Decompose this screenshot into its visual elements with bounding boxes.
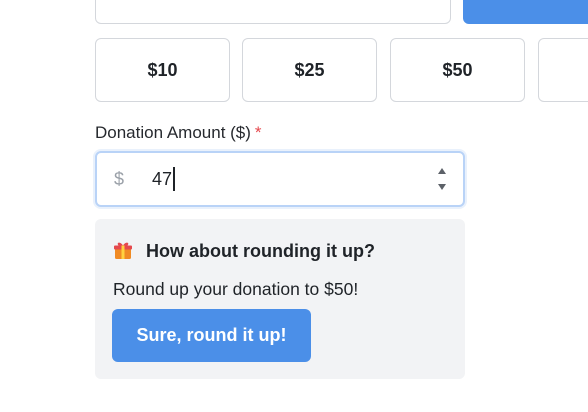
currency-prefix: $	[114, 169, 125, 189]
number-stepper[interactable]	[435, 163, 449, 195]
stepper-down-icon[interactable]	[438, 184, 446, 190]
preset-label: $50	[442, 59, 473, 80]
round-up-button[interactable]: Sure, round it up!	[112, 309, 311, 362]
preset-button-50[interactable]: $50	[390, 38, 525, 102]
roundup-title: How about rounding it up?	[146, 241, 375, 261]
preset-label: $25	[294, 59, 325, 80]
roundup-message: Round up your donation to $50!	[113, 279, 359, 299]
donation-amount-value[interactable]: 47	[152, 169, 172, 190]
preset-button-10[interactable]: $10	[95, 38, 230, 102]
stepper-up-icon[interactable]	[438, 168, 446, 174]
previous-action-button[interactable]	[463, 0, 588, 24]
donation-amount-label-text: Donation Amount ($)	[95, 123, 251, 142]
text-caret	[173, 167, 175, 191]
preset-button-more[interactable]	[538, 38, 588, 102]
donation-amount-input[interactable]: $ 47	[95, 151, 465, 207]
donation-form: $10 $25 $50 Donation Amount ($) * $ 47 H…	[0, 0, 588, 412]
preset-label: $10	[147, 59, 178, 80]
preset-button-25[interactable]: $25	[242, 38, 377, 102]
roundup-suggestion-card: How about rounding it up? Round up your …	[95, 219, 465, 379]
required-marker: *	[254, 123, 262, 142]
donation-amount-label: Donation Amount ($) *	[95, 123, 262, 143]
gift-icon	[114, 242, 132, 259]
previous-input-field[interactable]	[95, 0, 451, 24]
round-up-button-label: Sure, round it up!	[136, 325, 287, 345]
